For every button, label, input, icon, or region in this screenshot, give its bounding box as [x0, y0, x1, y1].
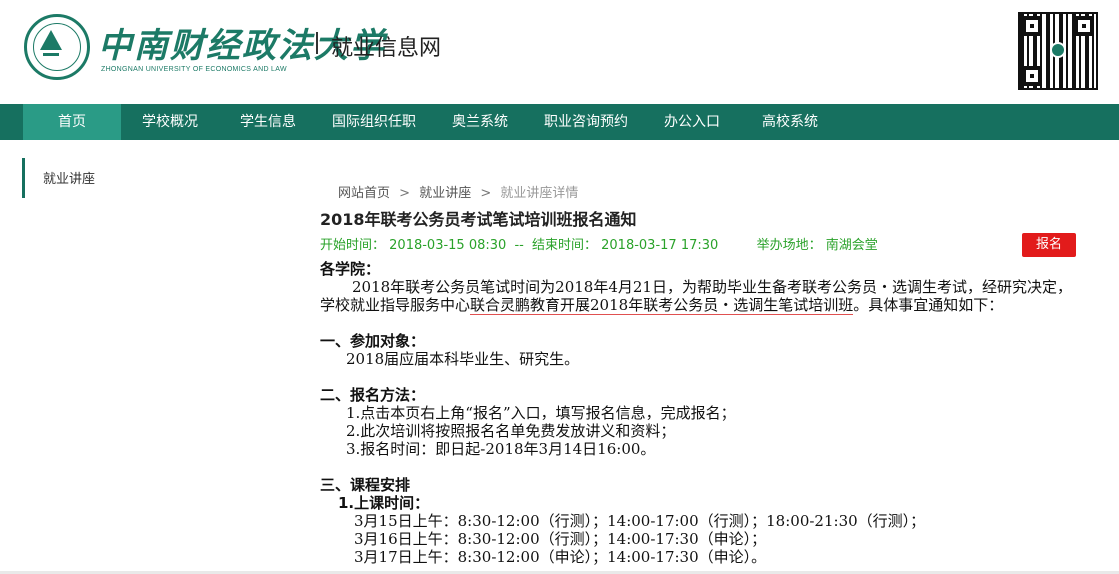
site-title[interactable]: 就业信息网 — [331, 30, 441, 62]
schedule-line: 3月15日上午：8:30-12:00（行测）；14:00-17:00（行测）；1… — [354, 512, 926, 530]
breadcrumb-separator: > — [480, 186, 492, 201]
section-3-subheading: 1.上课时间： — [338, 494, 430, 512]
intro-underlined-text: 联合灵鹏教育开展2018年联考公务员・选调生笔试培训班 — [470, 296, 854, 315]
time-range-dash: -- — [514, 238, 524, 253]
section-3-heading: 三、课程安排 — [320, 476, 411, 494]
intro-paragraph: 2018年联考公务员笔试时间为2018年4月21日，为帮助毕业生备考联考公务员・… — [320, 278, 1080, 315]
section-2-item: 1.点击本页右上角“报名”入口，填写报名信息，完成报名； — [346, 404, 736, 422]
article-title: 2018年联考公务员考试笔试培训班报名通知 — [320, 210, 637, 229]
start-time-value: 2018-03-15 08:30 — [389, 238, 507, 253]
salutation: 各学院： — [320, 260, 381, 278]
start-time-label: 开始时间： — [320, 238, 386, 253]
section-2-heading: 二、报名方法： — [320, 386, 426, 404]
breadcrumb: 网站首页 > 就业讲座 > 就业讲座详情 — [338, 182, 578, 201]
sidebar-item-career-lectures[interactable]: 就业讲座 — [22, 158, 172, 198]
university-seal-logo[interactable] — [24, 14, 90, 80]
end-time-label: 结束时间： — [531, 238, 597, 253]
nav-item-office-entry[interactable]: 办公入口 — [643, 104, 741, 140]
site-header: 中南财经政法大学 ZHONGNAN UNIVERSITY OF ECONOMIC… — [0, 0, 1119, 104]
nav-item-home[interactable]: 首页 — [23, 104, 121, 140]
breadcrumb-separator: > — [399, 186, 411, 201]
nav-item-university-system[interactable]: 高校系统 — [741, 104, 839, 140]
university-english-name: ZHONGNAN UNIVERSITY OF ECONOMICS AND LAW — [101, 66, 287, 73]
nav-item-international-org[interactable]: 国际组织任职 — [317, 104, 431, 140]
schedule-line: 3月16日上午：8:30-12:00（行测）；14:00-17:30（申论）； — [354, 530, 767, 548]
nav-item-student-info[interactable]: 学生信息 — [219, 104, 317, 140]
venue-label: 举办场地： — [756, 238, 822, 253]
section-1-text: 2018届应届本科毕业生、研究生。 — [346, 350, 580, 368]
qr-code-icon — [1018, 12, 1098, 90]
breadcrumb-section-link[interactable]: 就业讲座 — [419, 186, 471, 201]
nav-item-career-consult[interactable]: 职业咨询预约 — [529, 104, 643, 140]
schedule-line: 3月17日上午：8:30-12:00（申论）；14:00-17:30（申论）。 — [354, 548, 767, 566]
header-divider — [316, 32, 318, 54]
section-2-item: 3.报名时间：即日起-2018年3月14日16:00。 — [346, 440, 656, 458]
signup-button[interactable]: 报名 — [1022, 233, 1076, 257]
article-meta: 开始时间： 2018-03-15 08:30 -- 结束时间： 2018-03-… — [320, 234, 878, 253]
article-body: 各学院： 2018年联考公务员笔试时间为2018年4月21日，为帮助毕业生备考联… — [320, 260, 1080, 566]
breadcrumb-current: 就业讲座详情 — [500, 186, 579, 201]
main-nav: 首页 学校概况 学生信息 国际组织任职 奥兰系统 职业咨询预约 办公入口 高校系… — [0, 104, 1119, 140]
section-2-item: 2.此次培训将按照报名名单免费发放讲义和资料； — [346, 422, 676, 440]
breadcrumb-home-link[interactable]: 网站首页 — [338, 186, 390, 201]
end-time-value: 2018-03-17 17:30 — [601, 238, 719, 253]
venue-value: 南湖会堂 — [825, 238, 878, 253]
nav-item-aolan-system[interactable]: 奥兰系统 — [431, 104, 529, 140]
intro-text-end: 。具体事宜通知如下： — [853, 296, 1004, 314]
section-1-heading: 一、参加对象： — [320, 332, 426, 350]
nav-item-school-overview[interactable]: 学校概况 — [121, 104, 219, 140]
